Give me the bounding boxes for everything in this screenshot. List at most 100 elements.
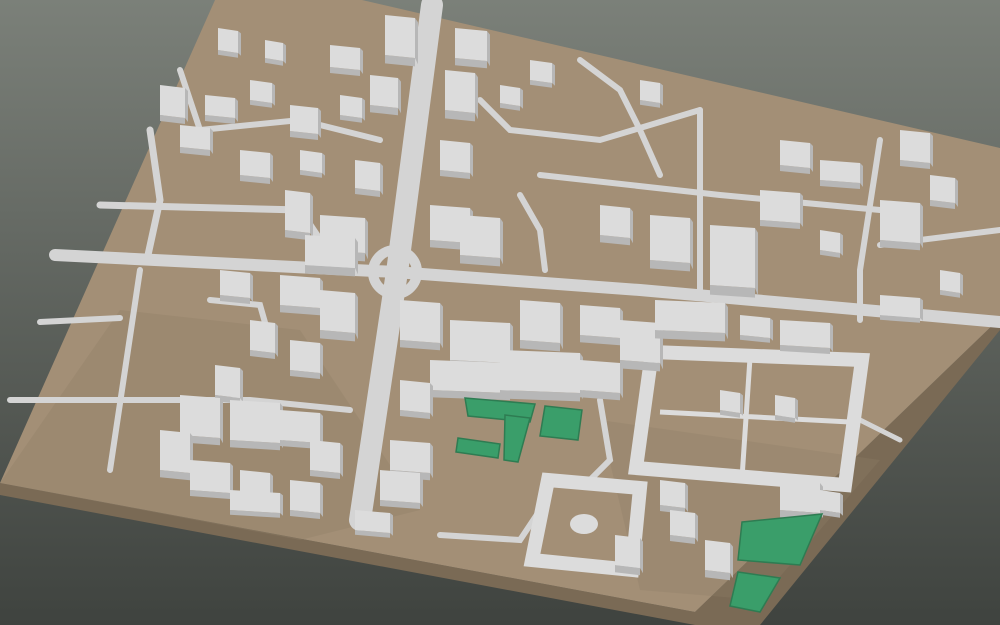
building-side bbox=[955, 178, 958, 207]
building-top bbox=[640, 80, 660, 103]
building-block bbox=[820, 230, 843, 258]
building-block bbox=[600, 205, 633, 246]
building-block bbox=[710, 225, 758, 298]
building-top bbox=[460, 215, 500, 258]
building-block bbox=[445, 70, 478, 122]
building-side bbox=[220, 398, 223, 444]
building-block bbox=[310, 440, 343, 479]
building-side bbox=[640, 538, 643, 574]
building-block bbox=[305, 235, 358, 277]
building-block bbox=[520, 300, 563, 352]
building-side bbox=[310, 193, 313, 239]
building-top bbox=[310, 440, 340, 473]
building-top bbox=[330, 45, 360, 70]
building-top bbox=[355, 510, 390, 533]
building-block bbox=[530, 60, 555, 88]
building-side bbox=[830, 323, 833, 352]
building-top bbox=[520, 300, 560, 343]
building-side bbox=[280, 493, 283, 516]
building-top bbox=[615, 535, 640, 568]
building-block bbox=[190, 460, 233, 499]
building-block bbox=[705, 540, 733, 581]
building-block bbox=[880, 200, 923, 251]
building-side bbox=[185, 88, 188, 122]
building-top bbox=[320, 290, 355, 333]
building-block bbox=[640, 80, 663, 108]
building-top bbox=[250, 320, 275, 353]
building-top bbox=[650, 215, 690, 263]
building-block bbox=[160, 430, 193, 481]
building-top bbox=[290, 340, 320, 373]
building-top bbox=[280, 275, 320, 308]
building-block bbox=[780, 140, 813, 174]
building-top bbox=[580, 360, 620, 393]
building-block bbox=[300, 150, 325, 178]
building-block bbox=[660, 480, 688, 514]
building-side bbox=[725, 303, 728, 340]
map-3d-viewport[interactable] bbox=[0, 0, 1000, 625]
building-top bbox=[880, 295, 920, 318]
building-side bbox=[685, 483, 688, 512]
building-side bbox=[630, 208, 633, 244]
building-block bbox=[940, 270, 963, 298]
building-top bbox=[440, 140, 470, 173]
building-block bbox=[670, 510, 698, 544]
building-top bbox=[455, 28, 487, 61]
building-side bbox=[690, 218, 693, 270]
building-side bbox=[770, 318, 773, 341]
building-block bbox=[380, 470, 423, 509]
building-side bbox=[810, 143, 813, 172]
building-side bbox=[210, 128, 213, 154]
building-side bbox=[365, 218, 368, 260]
building-side bbox=[840, 233, 843, 256]
building-top bbox=[385, 15, 415, 58]
road-west-4 bbox=[37, 315, 123, 325]
building-block bbox=[500, 350, 583, 402]
building-block bbox=[370, 75, 401, 116]
building-side bbox=[430, 383, 433, 417]
building-top bbox=[775, 395, 795, 418]
building-block bbox=[650, 215, 693, 272]
building-block bbox=[400, 380, 433, 419]
building-side bbox=[380, 163, 383, 195]
building-block bbox=[440, 140, 473, 179]
building-top bbox=[600, 205, 630, 238]
building-side bbox=[272, 83, 275, 106]
building-side bbox=[440, 303, 443, 349]
building-top bbox=[710, 225, 755, 288]
building-block bbox=[205, 95, 238, 124]
building-side bbox=[275, 323, 278, 357]
building-side bbox=[560, 303, 563, 350]
building-side bbox=[318, 108, 321, 138]
building-top bbox=[900, 130, 930, 163]
building-block bbox=[780, 320, 833, 354]
building-side bbox=[415, 18, 418, 65]
building-top bbox=[290, 480, 320, 513]
building-block bbox=[240, 150, 273, 184]
building-top bbox=[880, 200, 920, 243]
building-side bbox=[360, 48, 363, 74]
building-block bbox=[218, 28, 241, 58]
building-side bbox=[362, 98, 365, 121]
building-top bbox=[400, 300, 440, 343]
building-top bbox=[160, 430, 190, 473]
building-top bbox=[180, 395, 220, 438]
building-block bbox=[180, 125, 213, 156]
building-top bbox=[215, 365, 240, 398]
building-side bbox=[920, 203, 923, 249]
building-block bbox=[580, 360, 623, 401]
building-top bbox=[940, 270, 960, 293]
building-top bbox=[370, 75, 398, 108]
building-top bbox=[240, 150, 270, 178]
building-block bbox=[290, 340, 323, 379]
building-block bbox=[230, 490, 283, 518]
building-block bbox=[250, 320, 278, 359]
building-top bbox=[620, 320, 660, 363]
building-top bbox=[500, 350, 580, 393]
building-block bbox=[400, 300, 443, 351]
building-side bbox=[840, 493, 843, 516]
building-top bbox=[670, 510, 695, 538]
building-block bbox=[220, 270, 253, 304]
building-block bbox=[280, 275, 323, 316]
building-top bbox=[400, 380, 430, 413]
